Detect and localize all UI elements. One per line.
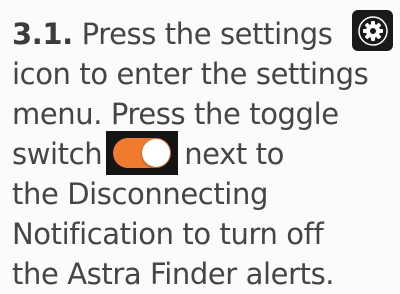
instruction-line-3: menu. Press the toggle	[12, 97, 339, 131]
instruction-line-6: Notification to turn off	[12, 217, 324, 251]
instruction-line-4: switch next to	[12, 134, 400, 174]
gear-icon	[357, 15, 388, 46]
instruction-text: 3.1. Press the settings icon to enter th…	[12, 14, 400, 294]
line-4-end: next to	[184, 137, 284, 171]
instruction-line-1: 3.1. Press the settings	[12, 14, 400, 54]
toggle-track	[113, 138, 171, 168]
instruction-line-2: icon to enter the settings	[12, 57, 369, 91]
line-1-text: Press the settings	[81, 17, 333, 51]
line-4-start: switch	[12, 137, 103, 171]
instruction-line-7: the Astra Finder alerts.	[12, 257, 335, 291]
step-number: 3.1.	[12, 17, 73, 51]
settings-gear-icon	[352, 10, 393, 51]
toggle-knob	[142, 139, 170, 167]
instruction-line-5: the Disconnecting	[12, 177, 268, 211]
toggle-switch-icon	[106, 131, 178, 175]
